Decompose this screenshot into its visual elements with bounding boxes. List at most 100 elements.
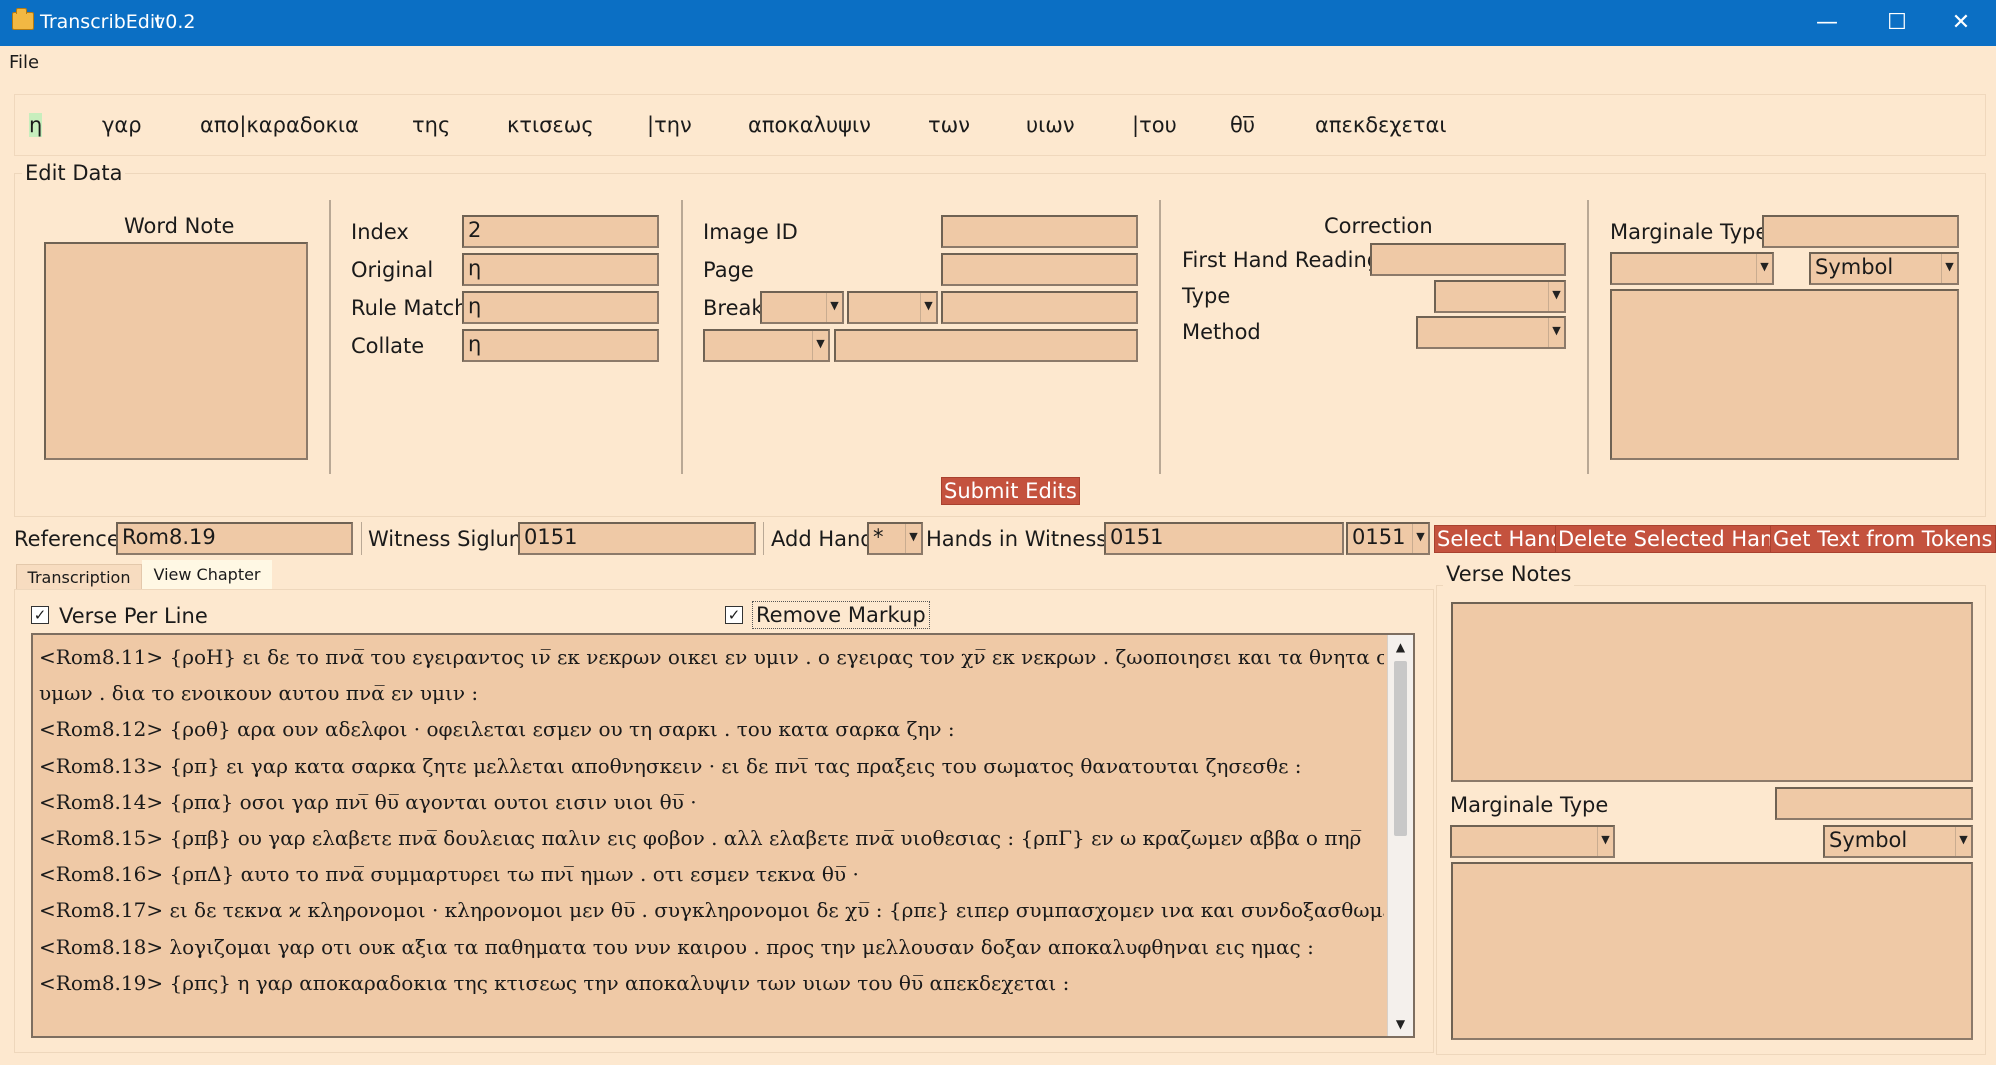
page-field[interactable] bbox=[941, 253, 1138, 286]
marginale-type-field[interactable] bbox=[1762, 215, 1959, 248]
chevron-down-icon: ▼ bbox=[1941, 254, 1957, 283]
close-icon[interactable]: ✕ bbox=[1926, 0, 1996, 46]
verse-symbol-value: Symbol bbox=[1829, 828, 1908, 852]
tab-view-chapter[interactable]: View Chapter bbox=[142, 560, 272, 590]
image-id-label: Image ID bbox=[703, 220, 798, 244]
chapter-lines: <Rom8.11> {ροΗ} ει δε το πνα̅ του εγειρα… bbox=[39, 639, 1384, 1001]
rule-match-field[interactable]: η bbox=[462, 291, 659, 324]
original-field[interactable]: η bbox=[462, 253, 659, 286]
get-text-from-tokens-button[interactable]: Get Text from Tokens bbox=[1770, 525, 1996, 553]
add-hand-value: * bbox=[873, 525, 884, 549]
type-label: Type bbox=[1182, 284, 1231, 308]
witness-siglum-label: Witness Siglum bbox=[368, 527, 530, 551]
original-label: Original bbox=[351, 258, 434, 282]
collate-label: Collate bbox=[351, 334, 425, 358]
chapter-line: <Rom8.16> {ρπΔ} αυτο το πνα̅ συμμαρτυρει… bbox=[39, 862, 859, 887]
chapter-line: <Rom8.17> ει δε τεκνα ϰ κληρονομοι · κλη… bbox=[39, 898, 1384, 923]
delete-selected-hand-button[interactable]: Delete Selected Hand bbox=[1555, 525, 1790, 553]
break-label: Break bbox=[703, 296, 764, 320]
chapter-line: <Rom8.13> {ρπ} ει γαρ κατα σαρκα ζητε με… bbox=[39, 753, 1302, 778]
hands-select-value: 0151 bbox=[1352, 525, 1406, 549]
verse-symbol-select[interactable]: Symbol ▼ bbox=[1823, 825, 1973, 858]
maximize-icon[interactable]: ☐ bbox=[1862, 0, 1932, 46]
chevron-down-icon: ▼ bbox=[905, 524, 921, 553]
method-select[interactable]: ▼ bbox=[1416, 316, 1566, 349]
first-hand-label: First Hand Reading bbox=[1182, 248, 1381, 272]
add-hand-select[interactable]: * ▼ bbox=[867, 522, 923, 555]
divider bbox=[329, 200, 331, 474]
vertical-scrollbar[interactable]: ▲ ▼ bbox=[1387, 635, 1413, 1036]
token-button[interactable]: αποκαλυψιν bbox=[748, 113, 871, 137]
token-button[interactable]: |την bbox=[647, 113, 692, 137]
chapter-line: <Rom8.12> {ροθ} αρα ουν αδελφοι · οφειλε… bbox=[39, 717, 955, 742]
extra-field[interactable] bbox=[834, 329, 1138, 362]
verse-marginale-type-label: Marginale Type bbox=[1450, 793, 1609, 817]
chapter-text-box[interactable]: <Rom8.11> {ροΗ} ει δε το πνα̅ του εγειρα… bbox=[31, 633, 1415, 1038]
method-label: Method bbox=[1182, 320, 1261, 344]
verse-marginale-text-field[interactable] bbox=[1451, 862, 1973, 1040]
remove-markup-checkbox[interactable]: ✓ bbox=[725, 606, 743, 624]
tab-transcription[interactable]: Transcription bbox=[16, 564, 142, 590]
break-sub-select[interactable]: ▼ bbox=[847, 291, 938, 324]
token-bar: η γαρ απο|καραδοκια της κτισεως |την απο… bbox=[14, 94, 1986, 156]
chapter-line: υμων . δια το ενοικουν αυτου πνα̅ εν υμι… bbox=[39, 681, 479, 706]
page-label: Page bbox=[703, 258, 754, 282]
verse-per-line-label: Verse Per Line bbox=[59, 604, 208, 628]
marginale-text-field[interactable] bbox=[1610, 289, 1959, 460]
menu-file[interactable]: File bbox=[9, 52, 39, 73]
divider bbox=[763, 522, 764, 555]
scroll-down-icon[interactable]: ▼ bbox=[1388, 1012, 1413, 1036]
submit-edits-button[interactable]: Submit Edits bbox=[941, 477, 1080, 505]
token-button[interactable]: η bbox=[29, 113, 43, 137]
extra-select[interactable]: ▼ bbox=[703, 329, 830, 362]
hands-in-witness-label: Hands in Witness: bbox=[926, 527, 1115, 551]
break-type-select[interactable]: ▼ bbox=[760, 291, 844, 324]
reference-field[interactable]: Rom8.19 bbox=[116, 522, 353, 555]
token-button[interactable]: υιων bbox=[1026, 113, 1075, 137]
hands-select[interactable]: 0151 ▼ bbox=[1346, 522, 1430, 555]
chapter-line: <Rom8.14> {ρπα} οσοι γαρ πνι̅ θυ̅ αγοντα… bbox=[39, 789, 697, 814]
first-hand-field[interactable] bbox=[1370, 243, 1566, 276]
break-field[interactable] bbox=[941, 291, 1138, 324]
token-button[interactable]: γαρ bbox=[102, 113, 142, 137]
collate-field[interactable]: η bbox=[462, 329, 659, 362]
chapter-line: <Rom8.19> {ρπς} η γαρ αποκαραδοκια της κ… bbox=[39, 970, 1070, 995]
hands-in-witness-field[interactable]: 0151 bbox=[1104, 522, 1344, 555]
chevron-down-icon: ▼ bbox=[920, 293, 936, 322]
verse-marginale-type-field[interactable] bbox=[1775, 787, 1973, 820]
token-button[interactable]: απο|καραδοκια bbox=[200, 113, 359, 137]
remove-markup-label: Remove Markup bbox=[752, 601, 930, 629]
chevron-down-icon: ▼ bbox=[1756, 254, 1772, 283]
token-button[interactable]: της bbox=[412, 113, 450, 137]
verse-notes-field[interactable] bbox=[1451, 602, 1973, 782]
word-note-field[interactable] bbox=[44, 242, 308, 460]
index-field[interactable]: 2 bbox=[462, 215, 659, 248]
token-button[interactable]: απεκδεχεται bbox=[1315, 113, 1447, 137]
select-hand-button[interactable]: Select Hand bbox=[1434, 525, 1567, 553]
reference-label: Reference bbox=[14, 527, 120, 551]
token-button[interactable]: κτισεως bbox=[507, 113, 594, 137]
chevron-down-icon: ▼ bbox=[812, 331, 828, 360]
token-button[interactable]: θυ̅ bbox=[1230, 113, 1255, 137]
token-button[interactable]: των bbox=[928, 113, 970, 137]
witness-siglum-field[interactable]: 0151 bbox=[518, 522, 756, 555]
type-select[interactable]: ▼ bbox=[1434, 280, 1566, 313]
image-id-field[interactable] bbox=[941, 215, 1138, 248]
marginale-type-label: Marginale Type bbox=[1610, 220, 1769, 244]
symbol-select[interactable]: Symbol ▼ bbox=[1809, 252, 1959, 285]
chapter-line: <Rom8.15> {ρπβ} ου γαρ ελαβετε πνα̅ δουλ… bbox=[39, 826, 1362, 851]
chevron-down-icon: ▼ bbox=[1412, 524, 1428, 553]
symbol-select-value: Symbol bbox=[1815, 255, 1894, 279]
scroll-up-icon[interactable]: ▲ bbox=[1388, 635, 1413, 659]
verse-marginale-select[interactable]: ▼ bbox=[1450, 825, 1615, 858]
marginale-select[interactable]: ▼ bbox=[1610, 252, 1774, 285]
scroll-thumb[interactable] bbox=[1394, 661, 1407, 836]
window-title: TranscribEdit bbox=[40, 11, 163, 33]
divider bbox=[361, 522, 362, 555]
index-label: Index bbox=[351, 220, 409, 244]
divider bbox=[681, 200, 683, 474]
folder-icon bbox=[12, 8, 34, 30]
minimize-icon[interactable]: — bbox=[1792, 0, 1862, 46]
verse-per-line-checkbox[interactable]: ✓ bbox=[31, 606, 49, 624]
token-button[interactable]: |του bbox=[1132, 113, 1177, 137]
